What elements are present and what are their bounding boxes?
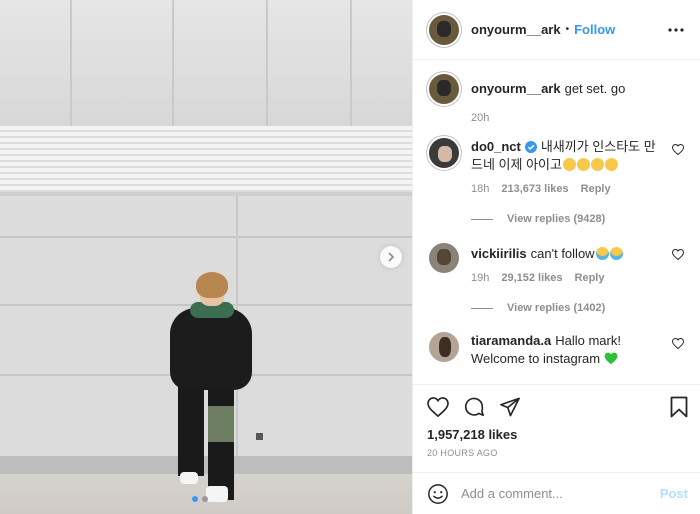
next-photo-button[interactable] [380, 246, 402, 268]
reply-button[interactable]: Reply [575, 272, 605, 284]
carousel-dot [202, 496, 208, 502]
sad-face-icon [590, 158, 604, 171]
bookmark-icon [670, 396, 688, 418]
save-button[interactable] [670, 396, 688, 418]
crying-face-icon [595, 247, 609, 260]
verified-badge-icon [524, 141, 537, 153]
comment-icon [464, 397, 484, 417]
like-button[interactable] [427, 397, 449, 417]
comment-time[interactable]: 18h [471, 183, 489, 195]
add-comment-bar: Post [413, 472, 700, 514]
comment-like-button[interactable] [671, 337, 685, 352]
post-comment-button[interactable]: Post [660, 486, 688, 501]
emoji-picker-button[interactable] [427, 483, 449, 505]
replies-divider [471, 218, 493, 220]
comment-text: can't follow [530, 246, 595, 261]
comment-username[interactable]: do0_nct [471, 139, 521, 154]
more-options-button[interactable] [668, 27, 684, 32]
comment-item: do0_nct 내새끼가 인스타도 만드네 이제 아이고 18h 213,673 … [429, 138, 685, 195]
comment-likes[interactable]: 29,152 likes [501, 272, 562, 284]
smiley-icon [428, 483, 448, 504]
comment-item: tiaramanda.a Hallo mark! Welcome to insta… [429, 332, 685, 368]
heart-outline-icon [671, 248, 685, 261]
comment-username[interactable]: tiaramanda.a [471, 333, 551, 348]
comment-input[interactable] [461, 486, 660, 501]
comment-button[interactable] [463, 396, 485, 418]
carousel-dots [192, 496, 208, 502]
caption: onyourm__ark get set. go 20h [429, 74, 684, 124]
view-replies-label: View replies (1402) [507, 302, 606, 314]
follow-button[interactable]: Follow [574, 22, 615, 37]
post-side-panel: onyourm__ark • Follow onyourm__ark get se… [412, 0, 700, 514]
action-icons [427, 393, 688, 421]
photo-louver [0, 126, 412, 194]
comment-username[interactable]: vickiirilis [471, 246, 527, 261]
instagram-post: onyourm__ark • Follow onyourm__ark get se… [0, 0, 700, 514]
heart-outline-icon [671, 143, 685, 156]
header-separator: • [565, 24, 570, 35]
commenter-avatar[interactable] [429, 332, 459, 362]
more-horizontal-icon [668, 27, 684, 32]
view-replies-label: View replies (9428) [507, 213, 606, 225]
comment-like-button[interactable] [671, 248, 685, 263]
likes-count[interactable]: 1,957,218 likes [427, 427, 688, 442]
sad-face-icon [604, 158, 618, 171]
heart-outline-icon [671, 337, 685, 350]
crying-face-icon [609, 247, 623, 260]
sad-face-icon [576, 158, 590, 171]
photo-wall-upper [0, 0, 412, 130]
replies-divider [471, 307, 493, 309]
post-actions: 1,957,218 likes 20 HOURS AGO [413, 384, 700, 458]
commenter-avatar[interactable] [429, 138, 459, 168]
comment-like-button[interactable] [671, 143, 685, 158]
post-timestamp[interactable]: 20 HOURS AGO [427, 448, 688, 458]
sad-face-icon [562, 158, 576, 171]
author-avatar[interactable] [429, 14, 459, 45]
commenter-avatar[interactable] [429, 243, 459, 273]
photo-person [162, 272, 262, 514]
view-replies-button[interactable]: View replies (1402) [471, 302, 684, 314]
heart-icon [427, 397, 449, 417]
comment-likes[interactable]: 213,673 likes [501, 183, 568, 195]
caption-username[interactable]: onyourm__ark [471, 81, 561, 96]
paper-plane-icon [500, 397, 520, 417]
author-username[interactable]: onyourm__ark [471, 22, 561, 37]
caption-text: get set. go [564, 81, 626, 96]
post-header: onyourm__ark • Follow [413, 0, 700, 60]
chevron-right-icon [388, 252, 394, 262]
comments-list[interactable]: onyourm__ark get set. go 20h do0_nct 내새끼가 … [413, 60, 700, 384]
carousel-dot-active [192, 496, 198, 502]
caption-avatar[interactable] [429, 74, 459, 104]
reply-button[interactable]: Reply [581, 183, 611, 195]
comment-time[interactable]: 19h [471, 272, 489, 284]
post-photo[interactable] [0, 0, 412, 514]
caption-time[interactable]: 20h [471, 112, 489, 124]
green-heart-icon [604, 352, 618, 365]
share-button[interactable] [499, 397, 521, 417]
comment-item: vickiirilis can't follow 19h 29,152 likes… [429, 243, 685, 284]
view-replies-button[interactable]: View replies (9428) [471, 213, 684, 225]
